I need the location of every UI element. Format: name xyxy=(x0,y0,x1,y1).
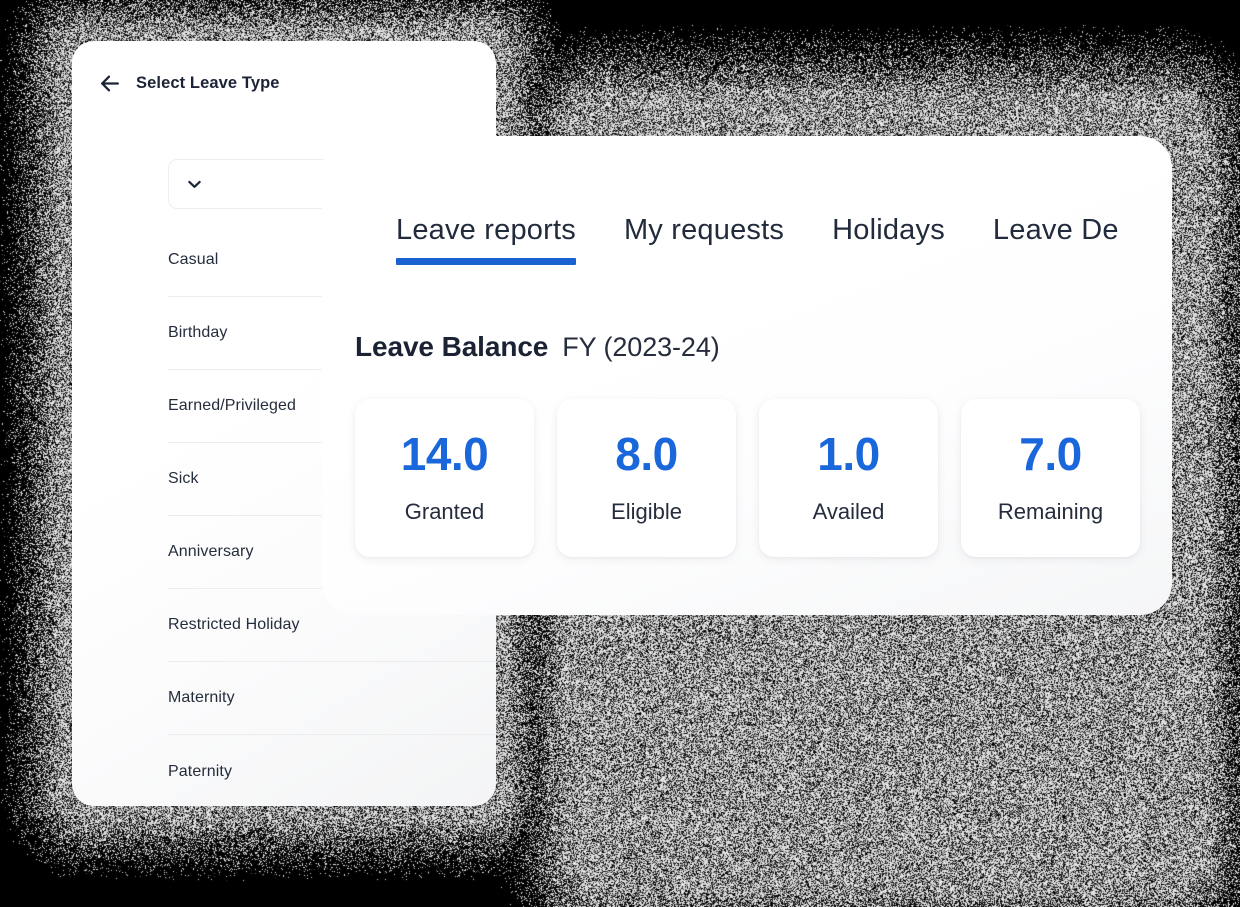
stat-label: Availed xyxy=(812,499,885,524)
list-item-label: Maternity xyxy=(168,689,235,706)
tab-label: Leave De xyxy=(992,214,1119,246)
list-item[interactable]: Paternity xyxy=(168,735,496,806)
list-item-label: Birthday xyxy=(168,324,228,341)
page-title: Select Leave Type xyxy=(136,74,280,92)
stat-label: Remaining xyxy=(997,499,1104,524)
tab-leave-details[interactable]: Leave De xyxy=(993,214,1119,265)
leave-balance-title: Leave Balance xyxy=(355,331,549,362)
tab-bar: Leave reports My requests Holidays Leave… xyxy=(396,214,1119,265)
list-item-label: Paternity xyxy=(168,762,233,780)
tab-leave-reports[interactable]: Leave reports xyxy=(396,214,576,265)
list-item-label: Sick xyxy=(168,470,199,487)
tab-holidays[interactable]: Holidays xyxy=(832,214,945,265)
leave-balance-stats: 14.0 Granted 8.0 Eligible 1.0 Availed 7.… xyxy=(355,399,1140,557)
stat-value: 8.0 xyxy=(615,428,678,480)
stat-card-availed: 1.0 Availed xyxy=(759,399,938,557)
list-item-label: Earned/Privileged xyxy=(168,397,296,414)
list-item-label: Casual xyxy=(168,251,219,268)
stat-label: Eligible xyxy=(611,499,682,524)
list-item-label: Restricted Holiday xyxy=(168,616,300,633)
leave-balance-period: FY (2023-24) xyxy=(562,332,720,362)
stat-card-eligible: 8.0 Eligible xyxy=(557,399,736,557)
screenshot-stage: Select Leave Type Casual Birthday Earned… xyxy=(0,0,1240,907)
arrow-left-icon[interactable] xyxy=(97,71,122,96)
tab-my-requests[interactable]: My requests xyxy=(624,214,784,265)
tab-label: My requests xyxy=(623,214,785,246)
tab-label: Leave reports xyxy=(396,214,576,246)
tab-active-indicator xyxy=(396,258,576,265)
stat-value: 14.0 xyxy=(400,428,489,480)
stat-value: 1.0 xyxy=(817,428,880,480)
list-item[interactable]: Maternity xyxy=(168,662,496,735)
tab-label: Holidays xyxy=(832,214,945,246)
leave-balance-heading: Leave Balance FY (2023-24) xyxy=(355,331,720,363)
list-item-label: Anniversary xyxy=(168,543,254,560)
stat-label: Granted xyxy=(404,499,485,524)
stat-card-granted: 14.0 Granted xyxy=(355,399,534,557)
leave-type-header: Select Leave Type xyxy=(97,71,280,96)
stat-value: 7.0 xyxy=(1019,428,1082,480)
stat-card-remaining: 7.0 Remaining xyxy=(961,399,1140,557)
chevron-down-icon xyxy=(187,179,202,189)
